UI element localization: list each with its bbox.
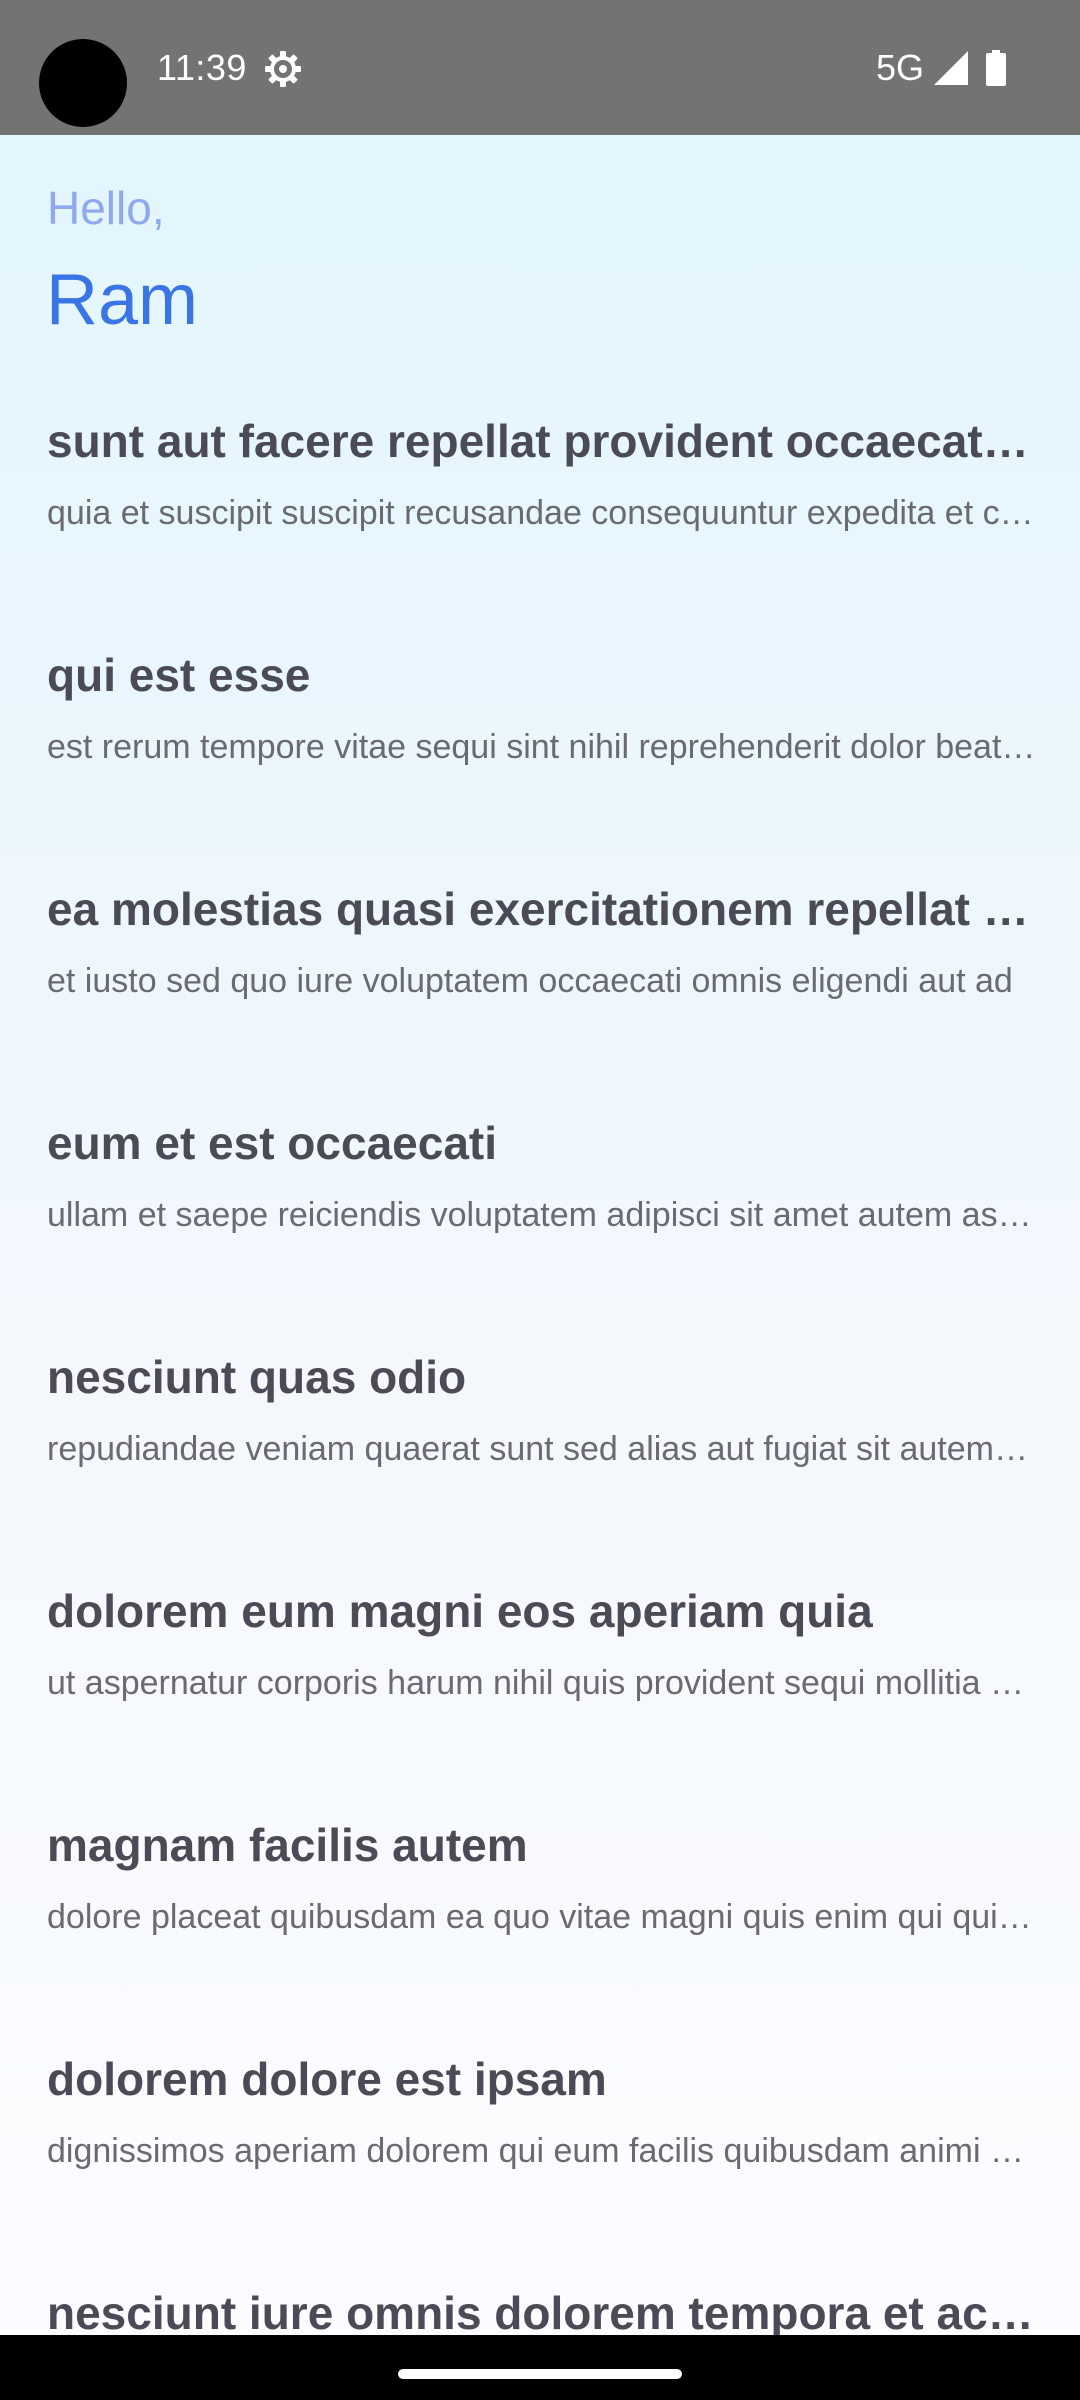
post-body: dolore placeat quibusdam ea quo vitae ma…: [47, 1898, 1037, 1936]
post-item[interactable]: magnam facilis autem dolore placeat quib…: [47, 1817, 1037, 2051]
post-title: dolorem eum magni eos aperiam quia: [47, 1585, 873, 1637]
post-body: est rerum tempore vitae sequi sint nihil…: [47, 728, 1037, 766]
post-item[interactable]: sunt aut facere repellat provident occae…: [47, 413, 1037, 647]
post-body: ullam et saepe reiciendis voluptatem adi…: [47, 1196, 1037, 1234]
camera-cutout: [39, 39, 127, 127]
post-item[interactable]: ea molestias quasi exercitationem repell…: [47, 881, 1037, 1115]
post-item[interactable]: dolorem dolore est ipsam dignissimos ape…: [47, 2051, 1037, 2285]
network-label: 5G: [876, 47, 925, 88]
post-title: nesciunt quas odio: [47, 1351, 467, 1403]
greeting-text: Hello,: [47, 182, 165, 234]
post-item[interactable]: qui est esse est rerum tempore vitae seq…: [47, 647, 1037, 881]
post-item[interactable]: nesciunt quas odio repudiandae veniam qu…: [47, 1349, 1037, 1583]
post-body: et iusto sed quo iure voluptatem occaeca…: [47, 962, 1013, 1000]
post-title: ea molestias quasi exercitationem repell…: [47, 883, 1037, 935]
status-time: 11:39: [157, 47, 247, 88]
post-title: nesciunt iure omnis dolorem tempora et a…: [47, 2287, 1037, 2335]
user-name: Ram: [46, 260, 199, 340]
post-title: dolorem dolore est ipsam: [47, 2053, 607, 2105]
post-title: qui est esse: [47, 649, 311, 701]
post-title: sunt aut facere repellat provident occae…: [47, 415, 1037, 467]
signal-icon: [934, 51, 968, 85]
post-list[interactable]: sunt aut facere repellat provident occae…: [47, 413, 1037, 2335]
home-indicator[interactable]: [398, 2369, 682, 2379]
post-body: dignissimos aperiam dolorem qui eum faci…: [47, 2132, 1037, 2170]
post-body: repudiandae veniam quaerat sunt sed alia…: [47, 1430, 1037, 1468]
battery-icon: [986, 50, 1006, 86]
post-item[interactable]: nesciunt iure omnis dolorem tempora et a…: [47, 2285, 1037, 2335]
post-body: ut aspernatur corporis harum nihil quis …: [47, 1664, 1037, 1702]
post-item[interactable]: eum et est occaecati ullam et saepe reic…: [47, 1115, 1037, 1349]
main-content[interactable]: Hello, Ram sunt aut facere repellat prov…: [0, 135, 1080, 2335]
post-title: magnam facilis autem: [47, 1819, 528, 1871]
post-title: eum et est occaecati: [47, 1117, 498, 1169]
post-body: quia et suscipit suscipit recusandae con…: [47, 494, 1037, 532]
status-bar: 11:39 5G: [0, 0, 1080, 135]
post-item[interactable]: dolorem eum magni eos aperiam quia ut as…: [47, 1583, 1037, 1817]
navigation-bar: [0, 2335, 1080, 2400]
settings-icon: [265, 51, 301, 87]
